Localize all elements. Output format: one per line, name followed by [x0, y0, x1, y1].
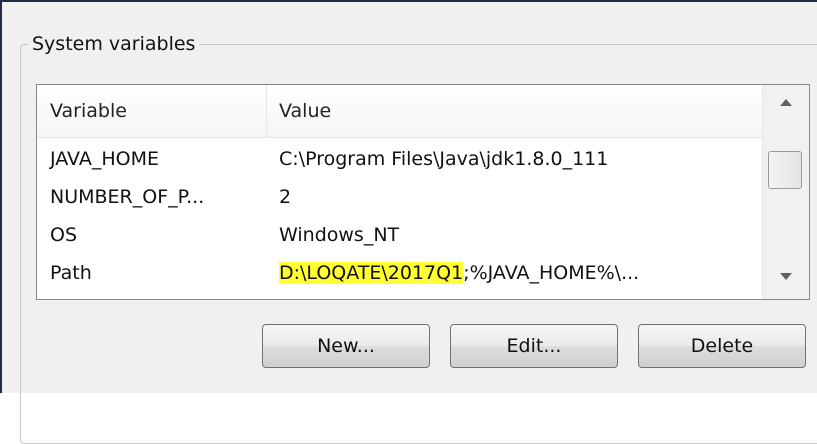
table-row[interactable]: NUMBER_OF_P... 2 — [37, 181, 763, 213]
variable-name: JAVA_HOME — [50, 148, 159, 170]
variable-value: 2 — [279, 186, 292, 208]
new-button[interactable]: New... — [262, 324, 430, 368]
scroll-down-arrow-icon — [780, 273, 792, 280]
path-value-rest: ;%JAVA_HOME%\... — [463, 262, 640, 284]
group-title: System variables — [28, 30, 200, 58]
column-header-variable[interactable]: Variable — [37, 85, 267, 137]
table-row[interactable]: OS Windows_NT — [37, 219, 763, 251]
scroll-up-arrow-icon — [780, 99, 792, 106]
highlighted-path-value: D:\LOQATE\2017Q1 — [279, 262, 464, 284]
scroll-up-button[interactable] — [763, 85, 809, 125]
table-row[interactable]: JAVA_HOME C:\Program Files\Java\jdk1.8.0… — [37, 143, 763, 175]
vertical-scrollbar[interactable] — [762, 85, 809, 299]
variable-name: NUMBER_OF_P... — [50, 186, 205, 208]
variable-value: Windows_NT — [279, 224, 400, 246]
variable-value: C:\Program Files\Java\jdk1.8.0_111 — [279, 148, 609, 170]
edit-button[interactable]: Edit... — [450, 324, 618, 368]
list-header: Variable Value — [37, 85, 763, 138]
variable-name: Path — [50, 262, 92, 284]
variable-name: OS — [50, 224, 78, 246]
scroll-down-button[interactable] — [763, 259, 809, 299]
window-border-left — [0, 0, 2, 393]
column-header-value[interactable]: Value — [267, 85, 763, 137]
table-row[interactable]: Path D:\LOQATE\2017Q1;%JAVA_HOME%\... — [37, 257, 763, 289]
scrollbar-thumb[interactable] — [768, 151, 802, 189]
delete-button[interactable]: Delete — [638, 324, 806, 368]
system-variables-list[interactable]: Variable Value JAVA_HOME C:\Program File… — [36, 84, 810, 300]
variable-value: D:\LOQATE\2017Q1;%JAVA_HOME%\... — [279, 257, 639, 289]
window-border-top — [0, 0, 817, 2]
